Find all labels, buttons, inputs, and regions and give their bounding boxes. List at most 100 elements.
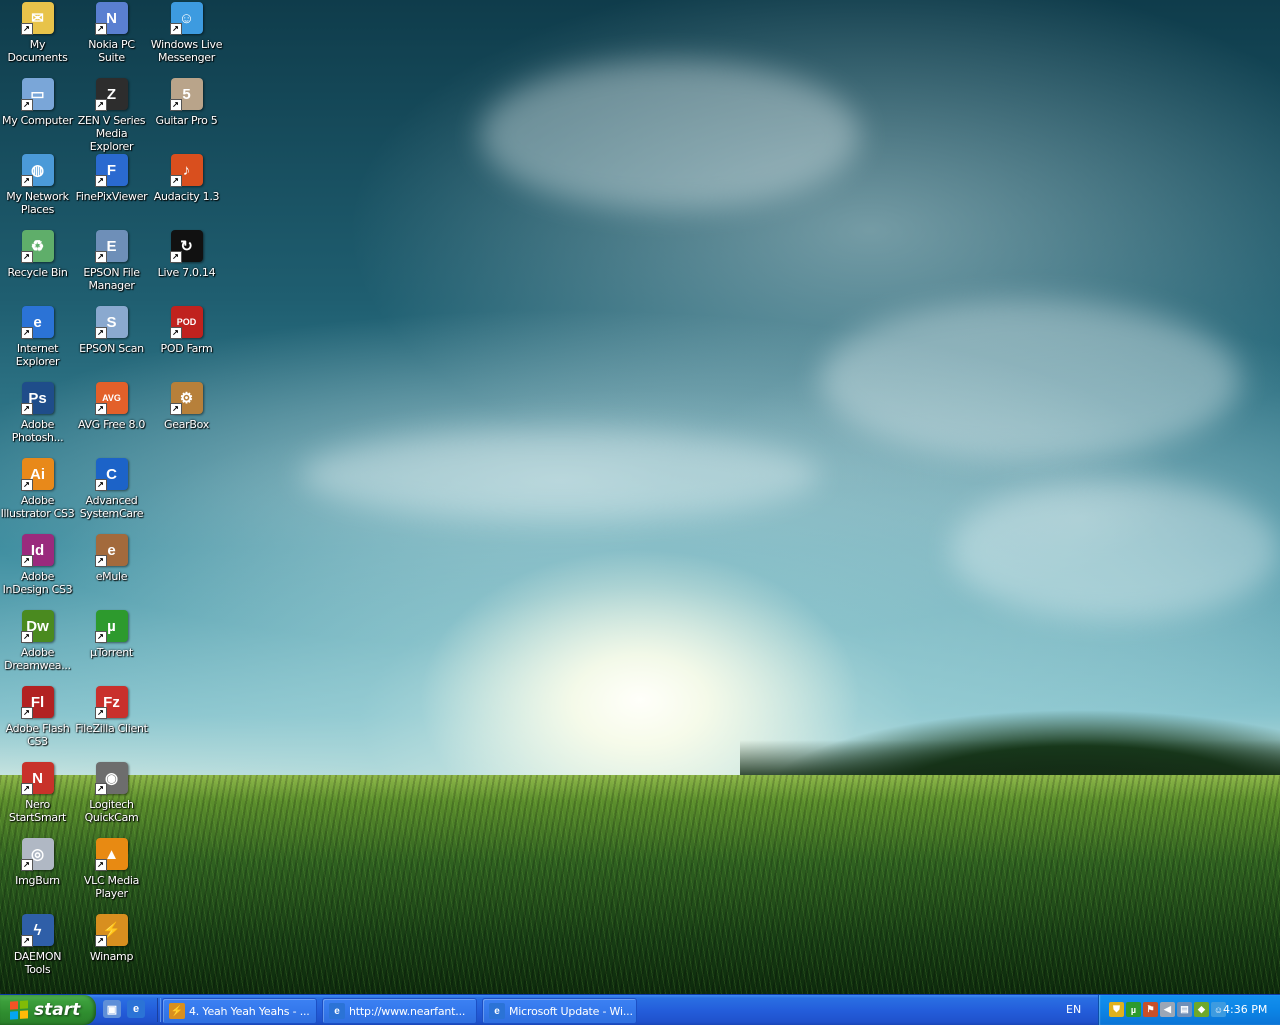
shortcut-arrow-icon: ↗ — [20, 175, 33, 187]
wallpaper-cloud — [950, 480, 1280, 620]
shortcut-arrow-icon: ↗ — [94, 251, 107, 263]
desktop-icon-image: Z ↗ — [94, 78, 128, 111]
wallpaper-cloud — [820, 300, 1240, 460]
desktop-icon-image: Dw ↗ — [20, 610, 54, 643]
desktop-icon[interactable]: ↻ ↗ Live 7.0.14 — [149, 228, 224, 279]
shortcut-arrow-icon: ↗ — [169, 23, 182, 35]
desktop-icon-label: eMule — [95, 570, 128, 583]
logo-pane — [20, 1009, 28, 1019]
network-icon[interactable]: ▤ — [1177, 1002, 1192, 1017]
shortcut-arrow-icon: ↗ — [94, 555, 107, 567]
clock[interactable]: 4:36 PM — [1223, 1003, 1267, 1016]
shortcut-arrow-icon: ↗ — [94, 935, 107, 947]
desktop-icon[interactable]: AVG ↗ AVG Free 8.0 — [74, 380, 149, 431]
desktop-icon-label: Logitech QuickCam — [84, 798, 139, 824]
desktop-icon-image: ✉ ↗ — [20, 2, 54, 35]
desktop-icon-image: N ↗ — [20, 762, 54, 795]
desktop-icon-image: ◉ ↗ — [94, 762, 128, 795]
show-desktop-icon[interactable]: ▣ — [103, 1000, 121, 1018]
desktop-icon[interactable]: ✉ ↗ My Documents — [0, 0, 75, 64]
desktop-icon[interactable]: ☺ ↗ Windows Live Messenger — [149, 0, 224, 64]
desktop-icon-image: ♪ ↗ — [169, 154, 203, 187]
desktop-icon[interactable]: Ai ↗ Adobe Illustrator CS3 — [0, 456, 75, 520]
windows-flag-icon[interactable]: ⚑ — [1143, 1002, 1158, 1017]
tray-icon-area: ⛊ µ ⚑ ◀ ▤ ◆ ☺ — [1109, 1002, 1226, 1017]
desktop-icon-image: AVG ↗ — [94, 382, 128, 415]
desktop-icon-label: Adobe Photosh... — [11, 418, 64, 444]
desktop-icon[interactable]: e ↗ eMule — [74, 532, 149, 583]
shortcut-arrow-icon: ↗ — [20, 783, 33, 795]
desktop-icon[interactable]: Z ↗ ZEN V Series Media Explorer — [74, 76, 149, 153]
desktop-icon[interactable]: N ↗ Nero StartSmart — [0, 760, 75, 824]
desktop-icon[interactable]: N ↗ Nokia PC Suite — [74, 0, 149, 64]
desktop-icon-image: F ↗ — [94, 154, 128, 187]
logo-pane — [20, 1000, 28, 1009]
shortcut-arrow-icon: ↗ — [20, 859, 33, 871]
desktop-icon[interactable]: Id ↗ Adobe InDesign CS3 — [0, 532, 75, 596]
desktop-icon-label: Adobe Flash CS3 — [5, 722, 70, 748]
desktop-icon[interactable]: ⚡ ↗ Winamp — [74, 912, 149, 963]
start-button[interactable]: start — [0, 995, 96, 1025]
desktop-icon[interactable]: S ↗ EPSON Scan — [74, 304, 149, 355]
shortcut-arrow-icon: ↗ — [20, 631, 33, 643]
shortcut-arrow-icon: ↗ — [20, 99, 33, 111]
desktop-icon[interactable]: ◍ ↗ My Network Places — [0, 152, 75, 216]
desktop-icon-label: Nokia PC Suite — [88, 38, 135, 64]
desktop-icon[interactable]: ◎ ↗ ImgBurn — [0, 836, 75, 887]
desktop-icon[interactable]: Fz ↗ FileZilla Client — [74, 684, 149, 735]
desktop-icon[interactable]: E ↗ EPSON File Manager — [74, 228, 149, 292]
shortcut-arrow-icon: ↗ — [20, 23, 33, 35]
desktop-icon-label: Adobe Illustrator CS3 — [0, 494, 75, 520]
desktop-icon[interactable]: POD ↗ POD Farm — [149, 304, 224, 355]
shortcut-arrow-icon: ↗ — [94, 99, 107, 111]
desktop-icon[interactable]: ♪ ↗ Audacity 1.3 — [149, 152, 224, 203]
desktop-icon-label: My Documents — [7, 38, 68, 64]
task-label: 4. Yeah Yeah Yeahs - ... — [189, 1004, 310, 1018]
desktop-icon-image: 5 ↗ — [169, 78, 203, 111]
desktop-icon-image: Fl ↗ — [20, 686, 54, 719]
desktop-icon-label: Guitar Pro 5 — [155, 114, 218, 127]
desktop-icon[interactable]: ⚙ ↗ GearBox — [149, 380, 224, 431]
desktop-icon-image: N ↗ — [94, 2, 128, 35]
desktop-icon[interactable]: ϟ ↗ DAEMON Tools — [0, 912, 75, 976]
desktop-icon-image: ⚙ ↗ — [169, 382, 203, 415]
language-indicator[interactable]: EN — [1066, 1003, 1081, 1016]
desktop-icon[interactable]: Fl ↗ Adobe Flash CS3 — [0, 684, 75, 748]
taskbar-task-button[interactable]: ⚡ 4. Yeah Yeah Yeahs - ... — [162, 998, 317, 1024]
desktop-icon[interactable]: C ↗ Advanced SystemCare — [74, 456, 149, 520]
desktop-icon[interactable]: µ ↗ µTorrent — [74, 608, 149, 659]
shortcut-arrow-icon: ↗ — [94, 631, 107, 643]
task-label: Microsoft Update - Wi... — [509, 1004, 633, 1018]
desktop-icon-label: AVG Free 8.0 — [77, 418, 146, 431]
desktop-icon[interactable]: F ↗ FinePixViewer — [74, 152, 149, 203]
desktop-icon-image: ◍ ↗ — [20, 154, 54, 187]
nvidia-icon[interactable]: ◆ — [1194, 1002, 1209, 1017]
desktop-icon[interactable]: e ↗ Internet Explorer — [0, 304, 75, 368]
start-label: start — [34, 1000, 81, 1020]
desktop-icon[interactable]: ◉ ↗ Logitech QuickCam — [74, 760, 149, 824]
desktop-icon-label: DAEMON Tools — [13, 950, 62, 976]
task-app-icon: e — [489, 1003, 505, 1019]
task-app-icon: e — [329, 1003, 345, 1019]
volume-icon[interactable]: ◀ — [1160, 1002, 1175, 1017]
desktop-icon[interactable]: 5 ↗ Guitar Pro 5 — [149, 76, 224, 127]
desktop-icon-label: GearBox — [164, 418, 209, 431]
shortcut-arrow-icon: ↗ — [169, 327, 182, 339]
desktop-icon-image: ◎ ↗ — [20, 838, 54, 871]
desktop-icon-image: POD ↗ — [169, 306, 203, 339]
shortcut-arrow-icon: ↗ — [94, 707, 107, 719]
desktop-icon[interactable]: Dw ↗ Adobe Dreamwea... — [0, 608, 75, 672]
desktop-icon[interactable]: Ps ↗ Adobe Photosh... — [0, 380, 75, 444]
desktop-icon[interactable]: ♻ ↗ Recycle Bin — [0, 228, 75, 279]
internet-explorer-icon[interactable]: e — [127, 1000, 145, 1018]
taskbar-task-button[interactable]: e Microsoft Update - Wi... — [482, 998, 637, 1024]
taskbar-task-button[interactable]: e http://www.nearfant... — [322, 998, 477, 1024]
shortcut-arrow-icon: ↗ — [20, 251, 33, 263]
utorrent-icon[interactable]: µ — [1126, 1002, 1141, 1017]
security-shield-icon[interactable]: ⛊ — [1109, 1002, 1124, 1017]
desktop-icon-image: e ↗ — [94, 534, 128, 567]
desktop-icon-image: Ps ↗ — [20, 382, 54, 415]
desktop-icon[interactable]: ▭ ↗ My Computer — [0, 76, 75, 127]
shortcut-arrow-icon: ↗ — [94, 783, 107, 795]
desktop-icon[interactable]: ▲ ↗ VLC Media Player — [74, 836, 149, 900]
